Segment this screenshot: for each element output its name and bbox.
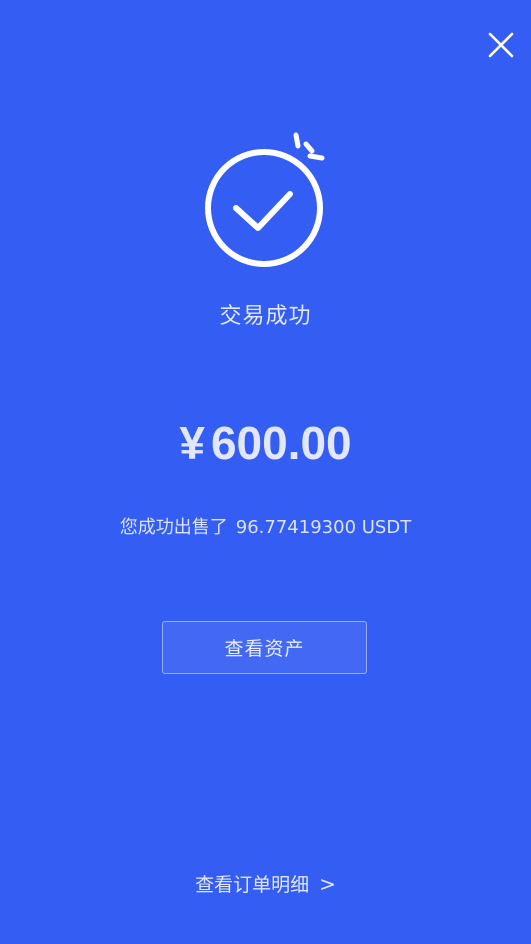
close-button[interactable] <box>484 28 518 62</box>
sold-quantity: 96.77419300 USDT <box>235 517 412 538</box>
sold-prefix: 您成功出售了 <box>119 517 228 538</box>
status-text: 交易成功 <box>219 304 312 329</box>
chevron-right-icon: > <box>319 871 336 896</box>
checkmark-circle-icon <box>202 128 332 270</box>
view-assets-button[interactable]: 查看资产 <box>162 621 367 674</box>
sold-summary: 您成功出售了 96.77419300 USDT <box>0 513 531 539</box>
currency-symbol: ¥ <box>179 417 205 469</box>
amount-display: ¥600.00 <box>0 416 531 470</box>
order-detail-label: 查看订单明细 <box>195 874 310 896</box>
order-detail-link[interactable]: 查看订单明细 > <box>0 870 531 897</box>
close-icon <box>488 32 514 58</box>
amount-value: 600.00 <box>210 417 352 469</box>
